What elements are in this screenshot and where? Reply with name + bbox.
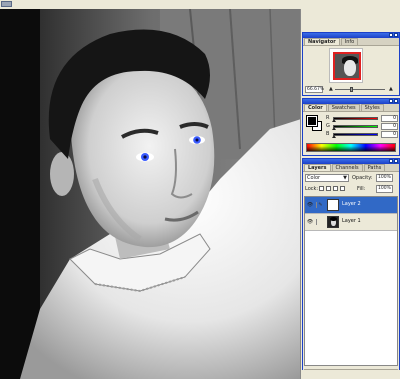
red-slider[interactable] (333, 117, 378, 120)
photoshop-window: Navigator Info 66.67% ▲ ▲ Color Swatches… (0, 0, 400, 379)
red-slider-knob[interactable] (332, 119, 336, 122)
navigator-palette: Navigator Info 66.67% ▲ ▲ (302, 32, 400, 96)
lock-position-icon[interactable] (333, 186, 338, 191)
red-label: R (326, 115, 330, 121)
view-box[interactable] (333, 52, 361, 80)
tab-styles[interactable]: Styles (360, 104, 384, 111)
chevron-down-icon: ▼ (343, 175, 347, 181)
photo-image (0, 9, 300, 379)
color-titlebar[interactable] (303, 99, 399, 104)
green-slider-row: G 0 (326, 123, 398, 130)
zoom-slider-knob[interactable] (350, 87, 353, 92)
minimize-icon[interactable] (389, 159, 393, 163)
navigator-tabs: Navigator Info (303, 38, 399, 46)
blue-slider[interactable] (333, 133, 378, 136)
opacity-label: Opacity: (352, 175, 373, 181)
blue-label: B (326, 131, 330, 137)
document-canvas[interactable] (0, 9, 301, 379)
lock-image-icon[interactable] (326, 186, 331, 191)
foreground-color-swatch[interactable] (306, 115, 318, 127)
fill-field[interactable]: 100% (376, 185, 393, 193)
preview-face (344, 60, 356, 76)
opacity-field[interactable]: 100% (376, 174, 393, 182)
palettes-column: Navigator Info 66.67% ▲ ▲ Color Swatches… (302, 9, 400, 379)
layers-palette: Layers Channels Paths Color ▼ Opacity: 1… (302, 158, 400, 379)
layer-name[interactable]: Layer 2 (342, 201, 361, 208)
zoom-controls: 66.67% ▲ ▲ (305, 86, 397, 93)
layer-row[interactable]: 👁 Layer 1 (305, 214, 397, 231)
green-value-field[interactable]: 0 (381, 123, 398, 130)
zoom-slider[interactable] (335, 89, 385, 90)
tab-swatches[interactable]: Swatches (327, 104, 360, 111)
tab-navigator[interactable]: Navigator (304, 38, 340, 45)
green-slider[interactable] (333, 125, 378, 128)
lock-transparency-icon[interactable] (319, 186, 324, 191)
blue-slider-knob[interactable] (332, 135, 336, 138)
layers-titlebar[interactable] (303, 159, 399, 164)
blue-value-field[interactable]: 0 (381, 131, 398, 138)
layer-row[interactable]: 👁 ✎ Layer 2 (305, 197, 397, 214)
brush-icon[interactable]: ✎ (316, 202, 324, 208)
tab-color[interactable]: Color (304, 104, 327, 111)
color-palette: Color Swatches Styles R 0 G 0 B 0 (302, 98, 400, 156)
red-value-field[interactable]: 0 (381, 115, 398, 122)
layer-list: 👁 ✎ Layer 2 👁 Layer 1 (304, 196, 398, 366)
blend-mode-select[interactable]: Color ▼ (305, 174, 349, 182)
lock-row: Lock: Fill: 100% (305, 185, 397, 193)
tab-paths[interactable]: Paths (363, 164, 386, 171)
color-tabs: Color Swatches Styles (303, 104, 399, 112)
status-strip (302, 370, 400, 379)
close-icon[interactable] (394, 159, 398, 163)
blue-slider-row: B 0 (326, 131, 398, 138)
eye-icon[interactable]: 👁 (306, 219, 314, 225)
layer-name[interactable]: Layer 1 (342, 218, 361, 225)
tab-layers[interactable]: Layers (304, 164, 331, 171)
zoom-in-icon[interactable]: ▲ (389, 86, 393, 93)
lock-label: Lock: (305, 186, 319, 192)
navigator-titlebar[interactable] (303, 33, 399, 38)
layer-thumbnail (327, 216, 339, 228)
minimize-icon[interactable] (389, 33, 393, 37)
tab-info[interactable]: Info (340, 38, 359, 45)
layers-tabs: Layers Channels Paths (303, 164, 399, 172)
menu-strip (0, 0, 400, 9)
red-slider-row: R 0 (326, 115, 398, 122)
zoom-field[interactable]: 66.67% (305, 86, 324, 93)
fill-label: Fill: (357, 186, 366, 192)
link-slot[interactable] (316, 219, 324, 225)
tab-channels[interactable]: Channels (331, 164, 363, 171)
green-slider-knob[interactable] (332, 127, 336, 130)
blend-mode-value: Color (307, 175, 321, 181)
eye-icon[interactable]: 👁 (306, 202, 314, 208)
close-icon[interactable] (394, 99, 398, 103)
app-icon[interactable] (1, 1, 12, 7)
color-ramp[interactable] (306, 143, 396, 152)
minimize-icon[interactable] (389, 99, 393, 103)
close-icon[interactable] (394, 33, 398, 37)
navigator-preview[interactable] (329, 48, 363, 83)
zoom-out-icon[interactable]: ▲ (329, 86, 333, 93)
lock-all-icon[interactable] (340, 186, 345, 191)
layer-thumbnail (327, 199, 339, 211)
blend-row: Color ▼ Opacity: 100% (305, 174, 397, 182)
green-label: G (326, 123, 330, 129)
